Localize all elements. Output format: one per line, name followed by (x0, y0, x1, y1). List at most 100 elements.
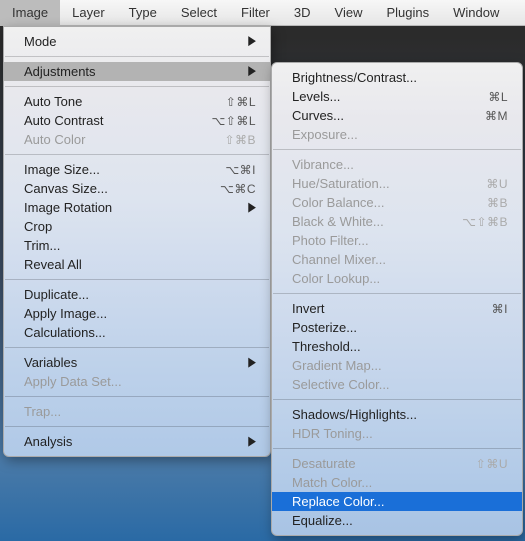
keyboard-shortcut: ⌘M (448, 109, 508, 123)
menu-item-shadows-highlights[interactable]: Shadows/Highlights... (272, 405, 522, 424)
menu-item-vibrance: Vibrance... (272, 155, 522, 174)
menu-item-invert[interactable]: Invert ⌘I (272, 299, 522, 318)
keyboard-shortcut: ⇧⌘U (448, 457, 508, 471)
menu-item-label: Black & White... (292, 214, 448, 229)
menu-item-label: Gradient Map... (292, 358, 508, 373)
chevron-right-icon: ▶ (248, 355, 256, 369)
menu-item-label: Color Lookup... (292, 271, 508, 286)
keyboard-shortcut: ⇧⌘B (196, 133, 256, 147)
menu-item-hue-saturation: Hue/Saturation... ⌘U (272, 174, 522, 193)
menu-item-label: Exposure... (292, 127, 508, 142)
menubar-item-3d[interactable]: 3D (282, 0, 323, 26)
menu-item-label: Adjustments (24, 64, 248, 79)
menu-item-channel-mixer: Channel Mixer... (272, 250, 522, 269)
menubar: Image Layer Type Select Filter 3D View P… (0, 0, 525, 26)
menu-item-desaturate: Desaturate ⇧⌘U (272, 454, 522, 473)
menu-item-reveal-all[interactable]: Reveal All (4, 255, 270, 274)
menu-separator (5, 426, 269, 427)
menu-separator (5, 86, 269, 87)
menu-item-crop[interactable]: Crop (4, 217, 270, 236)
menu-item-color-lookup: Color Lookup... (272, 269, 522, 288)
menu-item-analysis[interactable]: Analysis ▶ (4, 432, 270, 451)
chevron-right-icon: ▶ (248, 200, 256, 214)
menu-item-canvas-size[interactable]: Canvas Size... ⌥⌘C (4, 179, 270, 198)
menu-separator (5, 154, 269, 155)
menu-item-hdr-toning: HDR Toning... (272, 424, 522, 443)
menubar-item-layer[interactable]: Layer (60, 0, 117, 26)
menu-item-label: Match Color... (292, 475, 508, 490)
menu-item-label: Calculations... (24, 325, 256, 340)
menubar-item-select[interactable]: Select (169, 0, 229, 26)
menu-item-apply-image[interactable]: Apply Image... (4, 304, 270, 323)
menu-item-calculations[interactable]: Calculations... (4, 323, 270, 342)
menu-item-label: Hue/Saturation... (292, 176, 448, 191)
keyboard-shortcut: ⌘B (448, 196, 508, 210)
menu-item-selective-color: Selective Color... (272, 375, 522, 394)
menu-item-label: Channel Mixer... (292, 252, 508, 267)
menu-item-label: Analysis (24, 434, 248, 449)
menu-separator (273, 149, 521, 150)
menu-item-levels[interactable]: Levels... ⌘L (272, 87, 522, 106)
menubar-item-plugins[interactable]: Plugins (374, 0, 441, 26)
menu-separator (273, 399, 521, 400)
menu-item-image-rotation[interactable]: Image Rotation ▶ (4, 198, 270, 217)
menubar-item-filter[interactable]: Filter (229, 0, 282, 26)
menu-item-label: Apply Data Set... (24, 374, 256, 389)
menu-item-exposure: Exposure... (272, 125, 522, 144)
menu-item-label: Variables (24, 355, 248, 370)
menu-item-variables[interactable]: Variables ▶ (4, 353, 270, 372)
menu-item-trap: Trap... (4, 402, 270, 421)
menu-item-image-size[interactable]: Image Size... ⌥⌘I (4, 160, 270, 179)
menu-item-label: Auto Tone (24, 94, 196, 109)
menu-item-duplicate[interactable]: Duplicate... (4, 285, 270, 304)
menu-item-label: Trap... (24, 404, 256, 419)
adjustments-submenu: Brightness/Contrast... Levels... ⌘L Curv… (271, 62, 523, 536)
keyboard-shortcut: ⌥⌘I (196, 163, 256, 177)
menubar-item-type[interactable]: Type (117, 0, 169, 26)
menu-item-replace-color[interactable]: Replace Color... (272, 492, 522, 511)
menubar-item-image[interactable]: Image (0, 0, 60, 26)
menu-item-trim[interactable]: Trim... (4, 236, 270, 255)
menu-item-label: Threshold... (292, 339, 508, 354)
menu-item-posterize[interactable]: Posterize... (272, 318, 522, 337)
keyboard-shortcut: ⌥⇧⌘L (196, 114, 256, 128)
menu-item-adjustments[interactable]: Adjustments ▶ (4, 62, 270, 81)
menu-item-label: Shadows/Highlights... (292, 407, 508, 422)
keyboard-shortcut: ⌘L (448, 90, 508, 104)
menu-item-label: Canvas Size... (24, 181, 196, 196)
menu-separator (273, 448, 521, 449)
menu-item-curves[interactable]: Curves... ⌘M (272, 106, 522, 125)
menu-item-label: Crop (24, 219, 256, 234)
menu-item-label: Apply Image... (24, 306, 256, 321)
chevron-right-icon: ▶ (248, 434, 256, 448)
keyboard-shortcut: ⇧⌘L (196, 95, 256, 109)
chevron-right-icon: ▶ (248, 34, 256, 48)
menu-item-label: Desaturate (292, 456, 448, 471)
menu-item-equalize[interactable]: Equalize... (272, 511, 522, 530)
menu-item-label: Replace Color... (292, 494, 508, 509)
menu-item-mode[interactable]: Mode ▶ (4, 32, 270, 51)
menu-item-label: Mode (24, 34, 248, 49)
menu-item-label: Brightness/Contrast... (292, 70, 508, 85)
menubar-item-window[interactable]: Window (441, 0, 511, 26)
menu-item-label: Posterize... (292, 320, 508, 335)
keyboard-shortcut: ⌘U (448, 177, 508, 191)
menu-item-threshold[interactable]: Threshold... (272, 337, 522, 356)
menu-item-auto-contrast[interactable]: Auto Contrast ⌥⇧⌘L (4, 111, 270, 130)
menu-item-label: Reveal All (24, 257, 256, 272)
menubar-item-view[interactable]: View (323, 0, 375, 26)
keyboard-shortcut: ⌥⇧⌘B (448, 215, 508, 229)
menu-item-apply-data-set: Apply Data Set... (4, 372, 270, 391)
menu-separator (5, 56, 269, 57)
menu-item-black-white: Black & White... ⌥⇧⌘B (272, 212, 522, 231)
menu-item-label: Photo Filter... (292, 233, 508, 248)
menu-item-auto-tone[interactable]: Auto Tone ⇧⌘L (4, 92, 270, 111)
chevron-right-icon: ▶ (248, 64, 256, 78)
image-menu-dropdown: Mode ▶ Adjustments ▶ Auto Tone ⇧⌘L Auto … (3, 26, 271, 457)
keyboard-shortcut: ⌘I (448, 302, 508, 316)
menu-item-label: Trim... (24, 238, 256, 253)
menu-separator (5, 396, 269, 397)
menu-item-brightness-contrast[interactable]: Brightness/Contrast... (272, 68, 522, 87)
menu-item-label: Auto Contrast (24, 113, 196, 128)
menu-item-label: HDR Toning... (292, 426, 508, 441)
